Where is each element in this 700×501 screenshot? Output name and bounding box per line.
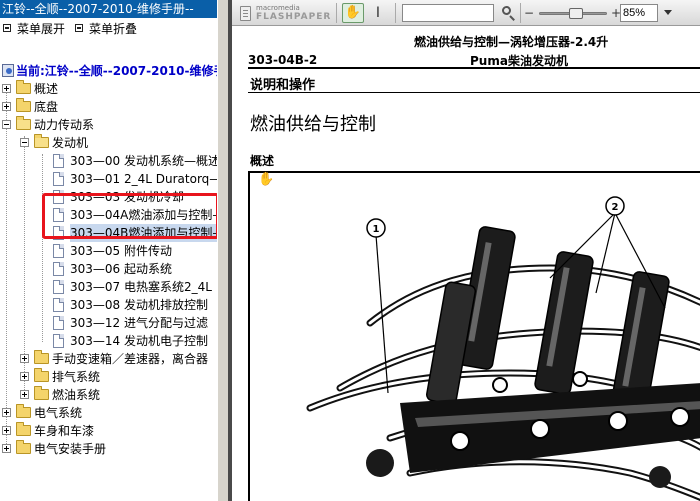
- text-select-button[interactable]: I: [372, 3, 384, 23]
- hand-cursor-icon: ✋: [258, 172, 275, 187]
- text-cursor-icon: I: [375, 5, 381, 21]
- highlight-box: [42, 193, 217, 239]
- menu-icon: [75, 24, 84, 32]
- logo-top-text: macromedia: [256, 4, 300, 12]
- svg-text:2: 2: [612, 202, 619, 213]
- document-icon: [53, 262, 64, 276]
- collapse-menu-button[interactable]: 菜单折叠: [75, 20, 137, 37]
- zoom-out-button[interactable]: −: [523, 7, 535, 19]
- document-icon: [53, 154, 64, 168]
- collapse-icon[interactable]: [20, 138, 29, 147]
- pane-splitter[interactable]: [217, 0, 232, 501]
- tree-item-label: 底盘: [34, 100, 59, 114]
- find-input[interactable]: [402, 4, 494, 22]
- folder-icon: [16, 404, 31, 418]
- fuel-injection-illustration: 1 2: [306, 196, 700, 501]
- callout-2: 2: [605, 196, 625, 216]
- folder-icon: [16, 80, 31, 94]
- document-icon: [53, 298, 64, 312]
- tree-item-label: 电气系统: [34, 406, 83, 420]
- page-header-title: 燃油供给与控制—涡轮增压器-2.4升: [414, 35, 609, 49]
- tree-item-label: 303—06 起动系统: [70, 262, 172, 276]
- tree-item-label: 303—01 2_4L Duratorq—TDCi: [70, 172, 217, 186]
- document-icon: [53, 334, 64, 348]
- divider: [248, 67, 700, 69]
- section-label: 说明和操作: [250, 78, 316, 93]
- zoom-slider[interactable]: [539, 8, 607, 19]
- tree-item-label: 手动变速箱／差速器，离合器: [52, 352, 209, 366]
- folder-icon: [16, 440, 31, 454]
- callout-1: 1: [366, 218, 386, 238]
- expand-menu-button[interactable]: 菜单展开: [3, 20, 65, 37]
- expand-icon[interactable]: [2, 84, 11, 93]
- window-title: 江铃--全顺--2007-2010-维修手册--: [0, 0, 217, 18]
- divider: [248, 92, 700, 93]
- collapse-menu-label: 菜单折叠: [89, 21, 138, 36]
- document-icon: [53, 244, 64, 258]
- tree-item-label: 发动机: [52, 136, 89, 150]
- flashpaper-toolbar: macromedia FLASHPAPER ✋ I − +: [232, 0, 700, 26]
- engine-figure: 1 2: [248, 171, 700, 501]
- find-button[interactable]: [500, 4, 518, 22]
- flashpaper-logo: macromedia FLASHPAPER: [240, 4, 331, 22]
- document-page: 燃油供给与控制—涡轮增压器-2.4升 303-04B-2 Puma柴油发动机 说…: [242, 26, 700, 501]
- tree-item-label: 概述: [34, 82, 59, 96]
- book-icon: [2, 64, 14, 77]
- expand-icon[interactable]: [2, 408, 11, 417]
- folder-icon: [34, 350, 49, 364]
- menu-icon: [3, 24, 11, 32]
- folder-open-icon: [16, 116, 31, 130]
- document-viewer: macromedia FLASHPAPER ✋ I − + 燃油供给与控制—涡轮…: [232, 0, 700, 501]
- tree-item-label: 动力传动系: [34, 118, 95, 132]
- tree-item-label: 303—07 电热塞系统2_4L: [70, 280, 212, 294]
- folder-icon: [34, 386, 49, 400]
- tree-item-label: 排气系统: [52, 370, 101, 384]
- tree-item-label: 303—05 附件传动: [70, 244, 172, 258]
- zoom-level-input[interactable]: [620, 4, 658, 22]
- document-icon: [53, 280, 64, 294]
- folder-open-icon: [34, 134, 49, 148]
- svg-text:1: 1: [373, 224, 380, 235]
- section-code: 303-04B-2: [248, 53, 318, 67]
- search-icon: [502, 6, 511, 15]
- flashpaper-logo-icon: [240, 5, 251, 21]
- tree-item-label: 电气安装手册: [34, 442, 107, 456]
- zoom-slider-thumb[interactable]: [569, 8, 584, 19]
- document-icon: [53, 172, 64, 186]
- tree-item-label: 303—12 进气分配与过滤: [70, 316, 208, 330]
- folder-icon: [16, 422, 31, 436]
- tree-item-label: 303—08 发动机排放控制: [70, 298, 208, 312]
- expand-icon[interactable]: [2, 444, 11, 453]
- tree-toolbar: 菜单展开 菜单折叠: [0, 18, 217, 38]
- tree-item-label: 303—00 发动机系统—概述: [70, 154, 217, 168]
- document-icon: [53, 316, 64, 330]
- expand-menu-label: 菜单展开: [17, 21, 66, 36]
- collapse-icon[interactable]: [2, 120, 11, 129]
- tree-item-label: 303—14 发动机电子控制: [70, 334, 208, 348]
- expand-icon[interactable]: [20, 372, 29, 381]
- expand-icon[interactable]: [20, 354, 29, 363]
- hand-tool-button[interactable]: ✋: [342, 3, 364, 23]
- expand-icon[interactable]: [20, 390, 29, 399]
- tree-item-label: 车身和车漆: [34, 424, 95, 438]
- chevron-down-icon[interactable]: [664, 10, 672, 15]
- overview-heading: 概述: [250, 154, 275, 168]
- hand-icon: ✋: [344, 5, 362, 20]
- folder-icon: [16, 98, 31, 112]
- tree-root-label: 当前:江铃--全顺--2007-2010-维修手册: [16, 64, 217, 78]
- logo-bottom-text: FLASHPAPER: [256, 12, 332, 22]
- tree-pane: 江铃--全顺--2007-2010-维修手册-- 菜单展开 菜单折叠 当前:江铃…: [0, 0, 217, 501]
- tree-item-label: 燃油系统: [52, 388, 101, 402]
- folder-icon: [34, 368, 49, 382]
- page-title: 燃油供给与控制: [250, 114, 376, 135]
- expand-icon[interactable]: [2, 102, 11, 111]
- expand-icon[interactable]: [2, 426, 11, 435]
